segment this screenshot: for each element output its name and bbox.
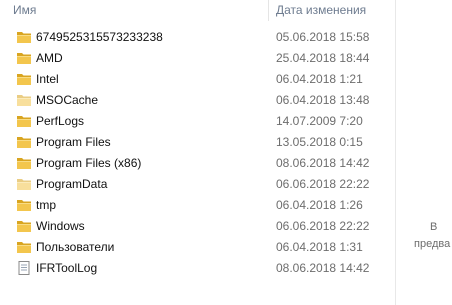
file-row[interactable]: Intel 06.04.2018 1:21 [0,69,395,90]
folder-icon [16,114,32,128]
file-name: IFRToolLog [36,261,98,275]
file-name: tmp [36,198,57,212]
folder-icon [16,30,32,44]
folder-icon [16,72,32,86]
modified-date: 08.06.2018 14:42 [276,156,370,170]
file-name: Windows [36,219,85,233]
file-name: ProgramData [36,177,108,191]
modified-date: 05.06.2018 15:58 [276,30,370,44]
text-file-icon [16,261,32,275]
file-row[interactable]: Program Files (x86) 08.06.2018 14:42 [0,153,395,174]
preview-pane: В предва [396,0,452,305]
file-name: 6749525315573233238 [36,30,163,44]
modified-date: 14.07.2009 7:20 [276,114,363,128]
file-name: Program Files (x86) [36,156,142,170]
file-list: 6749525315573233238 05.06.2018 15:58 AMD 25… [0,27,395,279]
file-row[interactable]: IFRToolLog 08.06.2018 14:42 [0,258,395,279]
modified-date: 25.04.2018 18:44 [276,51,370,65]
file-name: AMD [36,51,63,65]
file-row[interactable]: tmp 06.04.2018 1:26 [0,195,395,216]
date-column-header[interactable]: Дата изменения [276,3,366,17]
modified-date: 13.05.2018 0:15 [276,135,363,149]
file-row[interactable]: Program Files 13.05.2018 0:15 [0,132,395,153]
file-name: PerfLogs [36,114,85,128]
file-list-pane: Имя Дата изменения 6749525315573233238 05… [0,0,395,305]
preview-message-line2: предва [414,238,451,250]
file-row[interactable]: ProgramData 06.06.2018 22:22 [0,174,395,195]
modified-date: 06.04.2018 1:26 [276,198,363,212]
modified-date: 06.06.2018 22:22 [276,177,370,191]
folder-icon [16,51,32,65]
file-name: Program Files [36,135,111,149]
modified-date: 06.04.2018 1:31 [276,240,363,254]
name-column-header[interactable]: Имя [13,3,36,17]
file-name: Пользователи [36,240,115,254]
folder-icon [16,156,32,170]
column-divider[interactable] [268,0,269,21]
folder-icon [16,240,32,254]
file-name: Intel [36,72,59,86]
folder-icon [16,135,32,149]
file-row[interactable]: PerfLogs 14.07.2009 7:20 [0,111,395,132]
explorer-window: Имя Дата изменения 6749525315573233238 05… [0,0,452,305]
file-name: MSOCache [36,93,99,107]
preview-message-line1: В [430,221,438,233]
folder-hidden-icon [16,177,32,191]
file-row[interactable]: Пользователи 06.04.2018 1:31 [0,237,395,258]
column-header: Имя Дата изменения [0,0,395,21]
modified-date: 06.06.2018 22:22 [276,219,370,233]
file-row[interactable]: Windows 06.06.2018 22:22 [0,216,395,237]
folder-hidden-icon [16,93,32,107]
modified-date: 06.04.2018 1:21 [276,72,363,86]
folder-icon [16,219,32,233]
file-row[interactable]: MSOCache 06.04.2018 13:48 [0,90,395,111]
file-row[interactable]: AMD 25.04.2018 18:44 [0,48,395,69]
modified-date: 06.04.2018 13:48 [276,93,370,107]
file-row[interactable]: 6749525315573233238 05.06.2018 15:58 [0,27,395,48]
folder-icon [16,198,32,212]
modified-date: 08.06.2018 14:42 [276,261,370,275]
